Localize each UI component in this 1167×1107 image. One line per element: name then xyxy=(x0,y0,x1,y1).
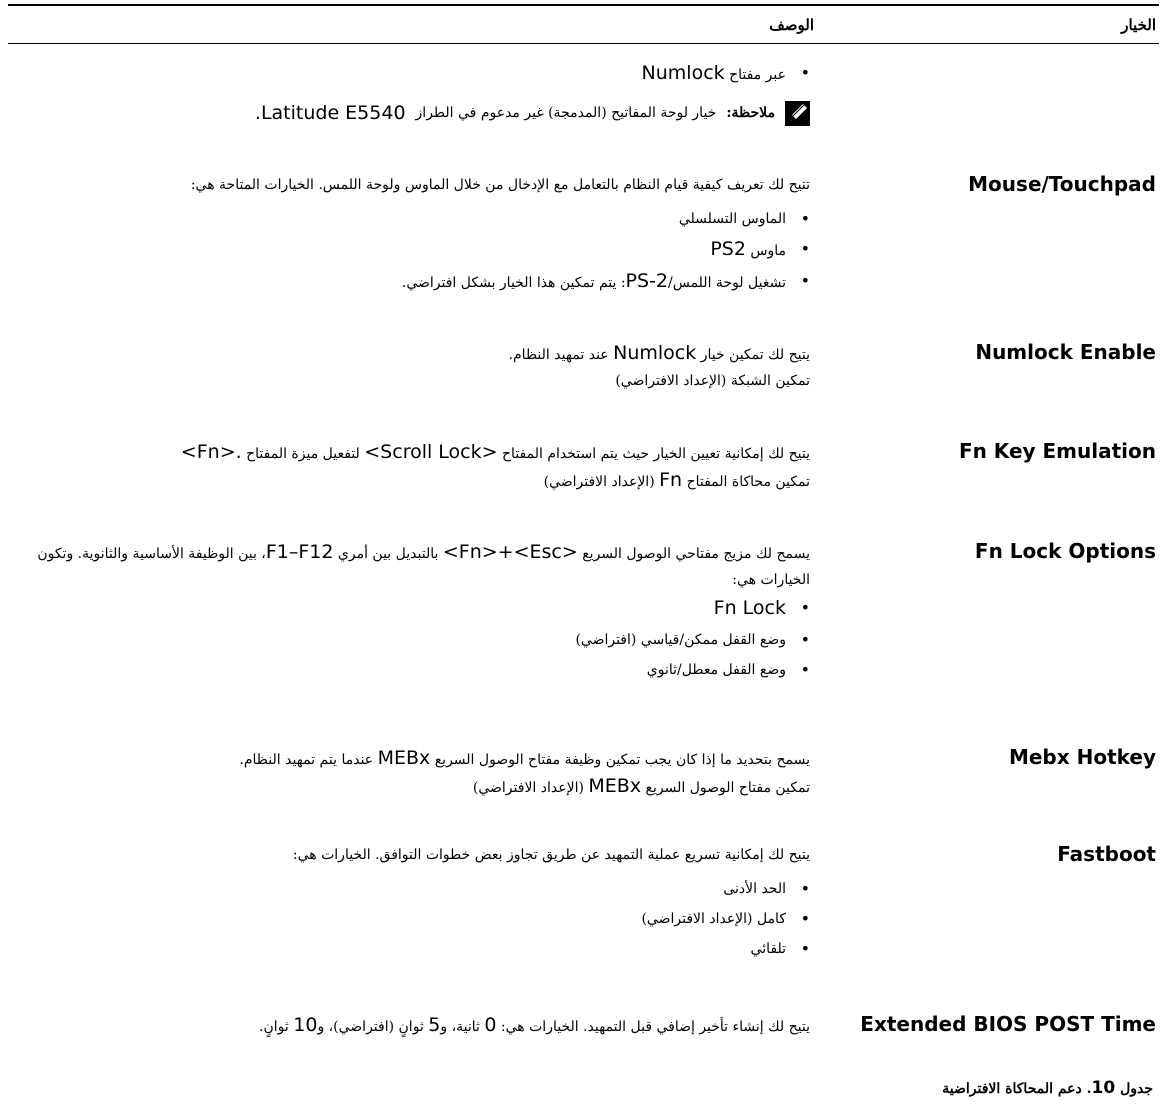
note: ملاحظة: خيار لوحة المفاتيح (المدمجة) غير… xyxy=(10,100,810,126)
option-name: Fn Key Emulation xyxy=(958,439,1156,463)
list-item: • ماوس PS2 xyxy=(710,238,810,260)
option-name: Mouse/Touchpad xyxy=(968,172,1156,196)
option-name: Fastboot xyxy=(1057,842,1156,866)
note-model: Latitude E5540. xyxy=(254,102,406,124)
option-name: Fn Lock Options xyxy=(974,539,1156,563)
row-description: يتيح لك تمكين خيار Numlock عند تمهيد الن… xyxy=(508,342,810,389)
row-description: • عبر مفتاح Numlock ملاحظة: خيار لوحة ال… xyxy=(10,58,810,126)
list-item: • الحد الأدنى xyxy=(723,879,810,898)
table-caption: جدول 10. دعم المحاكاة الافتراضية xyxy=(942,1078,1153,1098)
list-item: • تشغيل لوحة اللمس/PS-2: يتم تمكين هذا ا… xyxy=(401,270,810,292)
bullet-glyph: • xyxy=(800,63,810,82)
row-description: يتيح لك إنشاء تأخير إضافي قبل التمهيد. ا… xyxy=(259,1014,810,1036)
option-name: Mebx Hotkey xyxy=(1008,745,1156,769)
row-description: يسمح لك مزيج مفتاحي الوصول السريع <Fn>+<… xyxy=(10,539,810,685)
option-name: Numlock Enable xyxy=(975,340,1156,364)
row-description: يتيح لك إمكانية تعيين الخيار حيث يتم است… xyxy=(180,441,810,491)
header-description: الوصف xyxy=(769,16,814,34)
row-description: يتيح لك إمكانية تسريع عملية التمهيد عن ط… xyxy=(10,842,810,964)
pencil-note-icon xyxy=(785,100,810,126)
row-description: يسمح بتحديد ما إذا كان يجب تمكين وظيفة م… xyxy=(239,747,810,797)
list-item: • عبر مفتاح Numlock xyxy=(10,58,810,90)
table-header-border xyxy=(8,43,1159,44)
table-top-border xyxy=(8,4,1159,6)
list-item: • الماوس التسلسلي xyxy=(678,209,810,228)
list-item: • تلقائي xyxy=(750,939,810,958)
list-item: • Fn Lock xyxy=(713,597,810,619)
note-text: خيار لوحة المفاتيح (المدمجة) غير مدعوم ف… xyxy=(415,105,717,121)
header-option: الخيار xyxy=(1121,16,1156,34)
row-description: تتيح لك تعريف كيفية قيام النظام بالتعامل… xyxy=(10,172,810,298)
list-item: • وضع القفل معطل/ثانوي xyxy=(646,660,810,679)
note-label: ملاحظة: xyxy=(726,105,775,121)
list-item: • كامل (الإعداد الافتراضي) xyxy=(641,909,810,928)
list-item: • وضع القفل ممكن/قياسي (افتراضي) xyxy=(575,630,810,649)
option-name: Extended BIOS POST Time xyxy=(860,1012,1156,1036)
